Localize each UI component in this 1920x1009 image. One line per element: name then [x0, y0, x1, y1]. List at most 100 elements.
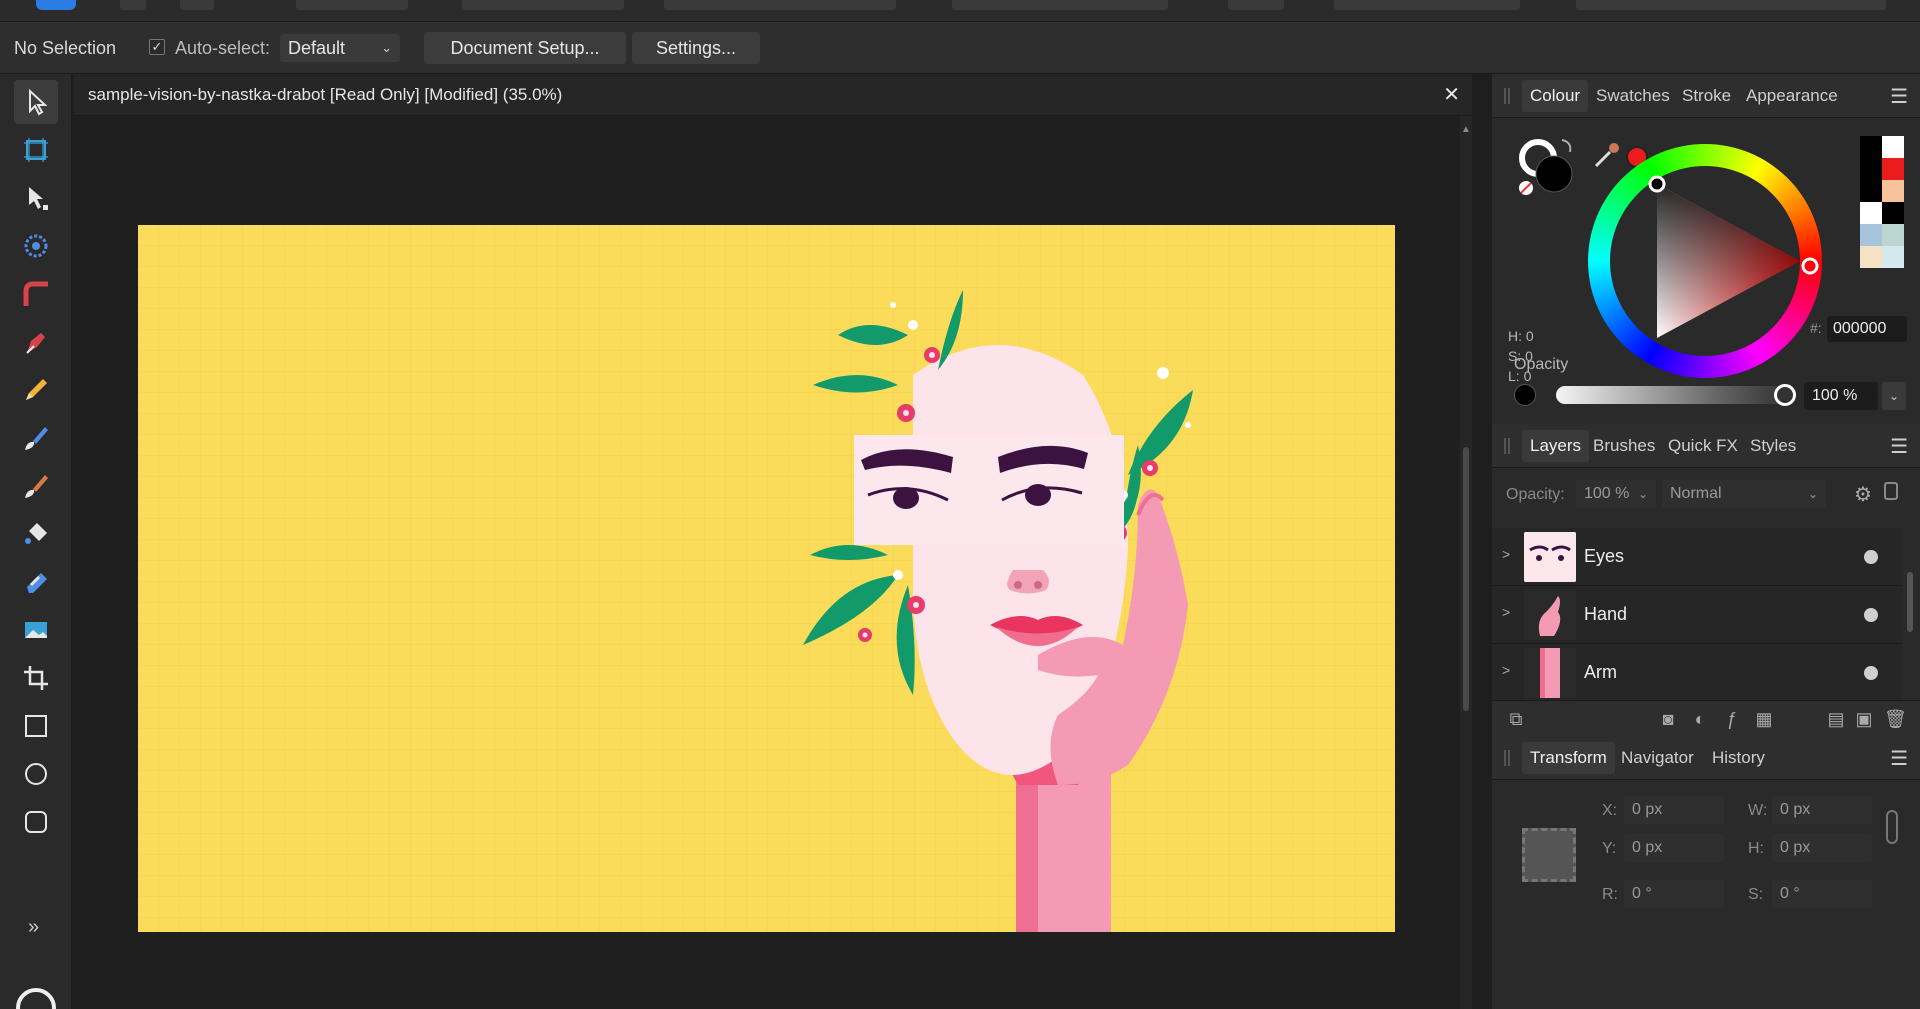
anchor-selector-icon[interactable]	[1522, 828, 1576, 882]
live-filter-icon[interactable]: ▦	[1754, 709, 1774, 729]
lock-icon[interactable]	[1884, 482, 1898, 500]
layer-row-hand[interactable]: > Hand	[1492, 586, 1902, 644]
panel-menu-icon[interactable]: ☰	[1890, 84, 1908, 109]
panel-grip-icon[interactable]	[1504, 750, 1510, 766]
canvas-area[interactable]	[74, 116, 1460, 1009]
paint-brush-tool[interactable]	[14, 464, 58, 508]
tab-quick-fx[interactable]: Quick FX	[1668, 436, 1738, 456]
mask-layer-icon[interactable]: ◙	[1658, 709, 1678, 729]
scroll-thumb[interactable]	[1463, 447, 1469, 711]
auto-select-dropdown[interactable]: Default ⌄	[280, 34, 400, 62]
document-tab[interactable]: sample-vision-by-nastka-drabot [Read Onl…	[74, 74, 1472, 116]
quick-menu-icon[interactable]	[16, 988, 56, 1009]
w-input[interactable]: 0 px	[1772, 796, 1872, 824]
tab-stroke[interactable]: Stroke	[1682, 86, 1731, 106]
opacity-slider-handle[interactable]	[1774, 384, 1796, 406]
app-logo-icon[interactable]	[36, 0, 76, 10]
tools-expand-icon[interactable]: »	[28, 916, 39, 939]
corner-tool[interactable]	[14, 272, 58, 316]
document-setup-button[interactable]: Document Setup...	[424, 32, 626, 64]
artboard[interactable]	[138, 225, 1395, 932]
toolbar-button[interactable]	[1228, 0, 1284, 10]
toolbar-button[interactable]	[1334, 0, 1520, 10]
settings-button[interactable]: Settings...	[632, 32, 760, 64]
fill-tool[interactable]	[14, 512, 58, 556]
auto-select-checkbox[interactable]: ✓	[149, 39, 165, 55]
toolbar-button[interactable]	[462, 0, 624, 10]
point-transform-tool[interactable]	[14, 224, 58, 268]
rectangle-tool[interactable]	[14, 704, 58, 748]
crop-tool[interactable]	[14, 656, 58, 700]
chevron-right-icon[interactable]: >	[1502, 546, 1510, 562]
tab-transform[interactable]: Transform	[1522, 742, 1615, 774]
pen-tool[interactable]	[14, 320, 58, 364]
chevron-right-icon[interactable]: >	[1502, 662, 1510, 678]
blend-mode-dropdown[interactable]: Normal ⌄	[1662, 480, 1826, 508]
add-pixel-layer-icon[interactable]: ▣	[1854, 709, 1874, 729]
fx-icon[interactable]: ƒ	[1722, 709, 1742, 729]
tab-appearance[interactable]: Appearance	[1746, 86, 1838, 106]
artboard-tool[interactable]	[14, 128, 58, 172]
visibility-dot-icon[interactable]	[1864, 608, 1878, 622]
gear-icon[interactable]: ⚙	[1854, 482, 1872, 507]
chevron-right-icon[interactable]: >	[1502, 604, 1510, 620]
visibility-dot-icon[interactable]	[1864, 550, 1878, 564]
vector-brush-tool[interactable]	[14, 416, 58, 460]
toolbar-button[interactable]	[180, 0, 214, 10]
layer-opacity-input[interactable]: 100 % ⌄	[1576, 480, 1656, 508]
toolbar-button[interactable]	[952, 0, 1168, 10]
panel-menu-icon[interactable]: ☰	[1890, 434, 1908, 459]
toolbar-button[interactable]	[1576, 0, 1886, 10]
scroll-up-icon[interactable]: ▲	[1461, 124, 1471, 135]
h-input[interactable]: 0 px	[1772, 834, 1872, 862]
link-aspect-icon[interactable]	[1886, 810, 1898, 844]
x-input[interactable]: 0 px	[1624, 796, 1724, 824]
colour-triangle[interactable]	[1588, 144, 1822, 378]
tab-history[interactable]: History	[1712, 748, 1765, 768]
panel-menu-icon[interactable]: ☰	[1890, 746, 1908, 771]
add-layer-icon[interactable]: ▤	[1826, 709, 1846, 729]
toolbar-button[interactable]	[296, 0, 408, 10]
ellipse-tool[interactable]	[14, 752, 58, 796]
visibility-dot-icon[interactable]	[1864, 666, 1878, 680]
chevron-down-icon: ⌄	[1807, 487, 1818, 501]
layer-row-eyes[interactable]: > Eyes	[1492, 528, 1902, 586]
recent-swatches[interactable]	[1860, 136, 1904, 270]
pencil-tool[interactable]	[14, 368, 58, 412]
trash-icon[interactable]: 🗑	[1884, 709, 1907, 729]
document-title: sample-vision-by-nastka-drabot [Read Onl…	[88, 85, 563, 104]
hex-input[interactable]: 000000	[1827, 316, 1907, 342]
tab-navigator[interactable]: Navigator	[1621, 748, 1694, 768]
shear-input[interactable]: 0 °	[1772, 880, 1872, 908]
node-tool[interactable]	[14, 176, 58, 220]
vertical-scrollbar[interactable]: ▲	[1460, 116, 1472, 1009]
opacity-slider[interactable]	[1556, 386, 1786, 404]
move-tool[interactable]	[14, 80, 58, 124]
rounded-rectangle-tool[interactable]	[14, 800, 58, 844]
opacity-input[interactable]: 100 %	[1804, 382, 1878, 410]
place-image-tool[interactable]	[14, 608, 58, 652]
tab-layers[interactable]: Layers	[1522, 430, 1590, 462]
layers-scrollbar[interactable]	[1904, 552, 1916, 722]
rotation-input[interactable]: 0 °	[1624, 880, 1724, 908]
y-input[interactable]: 0 px	[1624, 834, 1724, 862]
tab-colour[interactable]: Colour	[1522, 80, 1589, 112]
panel-grip-icon[interactable]	[1504, 88, 1510, 104]
selection-status: No Selection	[14, 38, 117, 58]
panel-grip-icon[interactable]	[1504, 438, 1510, 454]
layer-row-arm[interactable]: > Arm	[1492, 644, 1902, 702]
toolbar-button[interactable]	[664, 0, 896, 10]
chevron-down-icon[interactable]: ⌄	[1882, 382, 1906, 410]
crop-tool-icon	[24, 666, 48, 690]
tab-brushes[interactable]: Brushes	[1593, 436, 1655, 456]
adjustment-icon[interactable]: ◐	[1690, 709, 1710, 729]
layer-options-icon[interactable]: ⧉	[1506, 709, 1526, 729]
tab-swatches[interactable]: Swatches	[1596, 86, 1670, 106]
auto-select-label: Auto-select:	[175, 38, 271, 58]
toolbar-button[interactable]	[120, 0, 146, 10]
close-icon[interactable]: ✕	[1443, 82, 1460, 107]
transparency-tool[interactable]	[14, 560, 58, 604]
pencil-tool-icon	[26, 379, 47, 400]
fill-stroke-swatch-icon[interactable]	[1514, 134, 1584, 204]
tab-styles[interactable]: Styles	[1750, 436, 1796, 456]
